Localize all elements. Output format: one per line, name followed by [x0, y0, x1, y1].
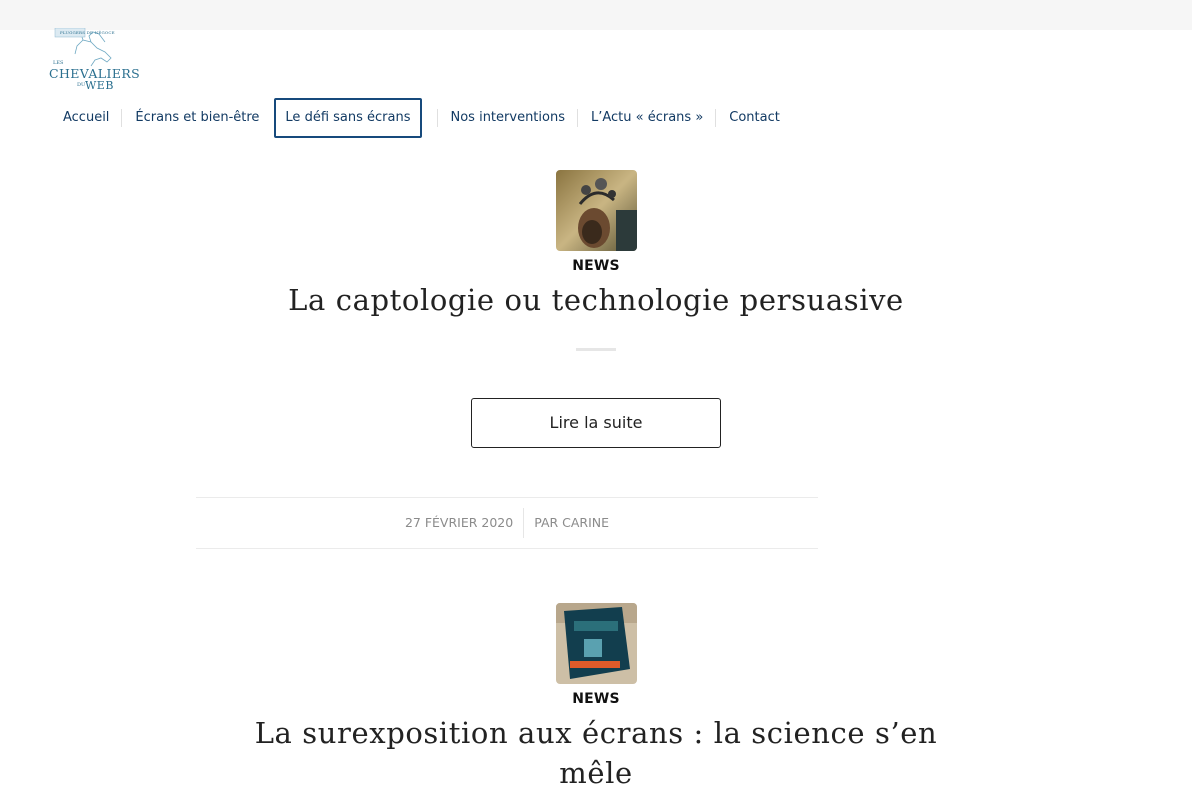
nav-item-accueil[interactable]: Accueil: [50, 109, 123, 127]
post-date: 27 FÉVRIER 2020: [405, 508, 525, 538]
post-surexposition: NEWS La surexposition aux écrans : la sc…: [0, 603, 1192, 793]
nav-item-interventions[interactable]: Nos interventions: [438, 109, 579, 127]
nav-item-contact[interactable]: Contact: [716, 109, 793, 127]
nav-item-defi-sans-ecrans[interactable]: Le défi sans écrans: [274, 98, 422, 138]
title-divider: [576, 348, 616, 351]
top-bar: [0, 0, 1192, 30]
post-category[interactable]: NEWS: [0, 258, 1192, 274]
thumbnail-image: [555, 603, 637, 684]
post-title[interactable]: La surexposition aux écrans : la science…: [0, 713, 1192, 793]
logo-du: DU: [77, 82, 86, 88]
logo-web: WEB: [85, 79, 114, 92]
post-title-line-2: mêle: [559, 756, 633, 790]
post-author[interactable]: PAR CARINE: [524, 508, 609, 538]
site-logo[interactable]: PLUGGERS DE NÉGOCE LES CHEVALIERS DU WEB: [47, 28, 140, 96]
nav-separator: [424, 109, 438, 127]
post-thumbnail[interactable]: [555, 170, 637, 251]
post-thumbnail[interactable]: [555, 603, 637, 684]
read-more-button[interactable]: Lire la suite: [471, 398, 721, 448]
post-title[interactable]: La captologie ou technologie persuasive: [0, 280, 1192, 320]
nav-item-ecrans-bien-etre[interactable]: Écrans et bien-être: [122, 109, 272, 127]
post-title-line-1: La surexposition aux écrans : la science…: [254, 716, 938, 750]
post-meta: 27 FÉVRIER 2020 PAR CARINE: [196, 497, 818, 549]
nav-item-actu-ecrans[interactable]: L’Actu « écrans »: [578, 109, 717, 127]
thumbnail-image: [555, 170, 637, 251]
main-nav: Accueil Écrans et bien-être Le défi sans…: [50, 97, 793, 139]
post-category[interactable]: NEWS: [0, 691, 1192, 707]
logo-tagline: PLUGGERS DE NÉGOCE: [60, 30, 115, 35]
post-captologie: NEWS La captologie ou technologie persua…: [0, 170, 1192, 448]
